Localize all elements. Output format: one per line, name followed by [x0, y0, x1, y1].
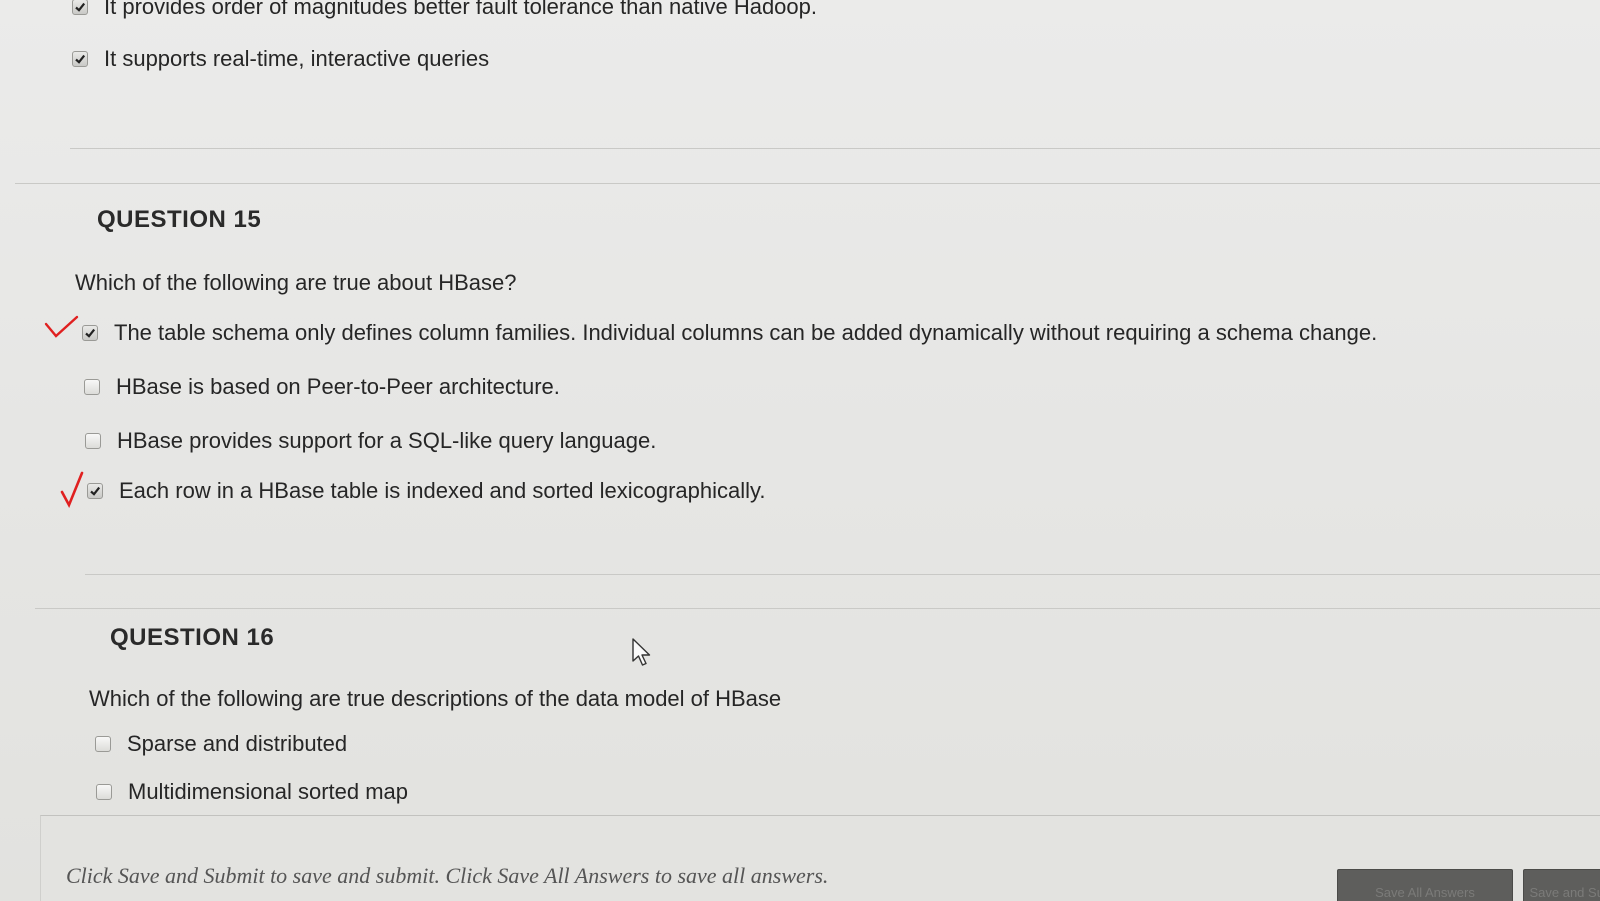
option-label: HBase is based on Peer-to-Peer architect…	[116, 374, 560, 399]
question-16-text: Which of the following are true descript…	[89, 686, 782, 711]
question-15-title: QUESTION 15	[97, 206, 262, 233]
checkbox-unchecked[interactable]	[96, 784, 112, 800]
option-label: HBase provides support for a SQL-like qu…	[117, 428, 657, 453]
red-check-mark-icon	[44, 315, 79, 338]
q15-option-4[interactable]: Each row in a HBase table is indexed and…	[87, 478, 766, 504]
red-check-mark-icon	[60, 471, 84, 509]
q15-option-3[interactable]: HBase provides support for a SQL-like qu…	[85, 428, 656, 454]
option-label: It supports real-time, interactive queri…	[104, 46, 490, 71]
save-and-submit-button[interactable]: Save and Submit	[1523, 869, 1600, 901]
save-all-answers-button[interactable]: Save All Answers	[1337, 869, 1513, 901]
q16-option-2[interactable]: Multidimensional sorted map	[96, 779, 408, 805]
checkbox-checked[interactable]	[72, 51, 88, 67]
checkbox-unchecked[interactable]	[85, 433, 101, 449]
checkbox-checked[interactable]	[87, 483, 103, 499]
prev-option-1[interactable]: It provides order of magnitudes better f…	[72, 0, 817, 20]
checkmark-icon	[85, 328, 96, 338]
option-label: Multidimensional sorted map	[128, 779, 409, 804]
checkbox-checked[interactable]	[72, 0, 88, 15]
checkmark-icon	[75, 2, 86, 12]
q16-option-1[interactable]: Sparse and distributed	[95, 731, 347, 757]
option-label: It provides order of magnitudes better f…	[104, 0, 817, 19]
mouse-cursor-icon	[632, 638, 651, 666]
prev-option-2[interactable]: It supports real-time, interactive queri…	[72, 46, 489, 72]
checkbox-unchecked[interactable]	[95, 736, 111, 752]
question-15-text: Which of the following are true about HB…	[75, 270, 517, 295]
divider	[15, 183, 1600, 184]
checkmark-icon	[90, 486, 101, 496]
checkmark-icon	[75, 54, 86, 64]
option-label: Sparse and distributed	[127, 731, 348, 756]
divider	[35, 608, 1600, 609]
checkbox-unchecked[interactable]	[84, 379, 100, 395]
submission-footer: Click Save and Submit to save and submit…	[40, 815, 1600, 901]
checkbox-checked[interactable]	[82, 325, 98, 341]
quiz-page: It provides order of magnitudes better f…	[0, 0, 1600, 901]
question-16-title: QUESTION 16	[110, 624, 275, 651]
divider	[85, 574, 1600, 575]
q15-option-1[interactable]: The table schema only defines column fam…	[82, 320, 1377, 346]
divider	[70, 148, 1600, 149]
option-label: Each row in a HBase table is indexed and…	[119, 478, 766, 503]
q15-option-2[interactable]: HBase is based on Peer-to-Peer architect…	[84, 374, 560, 400]
option-label: The table schema only defines column fam…	[114, 320, 1378, 345]
footer-instructions: Click Save and Submit to save and submit…	[66, 863, 829, 888]
